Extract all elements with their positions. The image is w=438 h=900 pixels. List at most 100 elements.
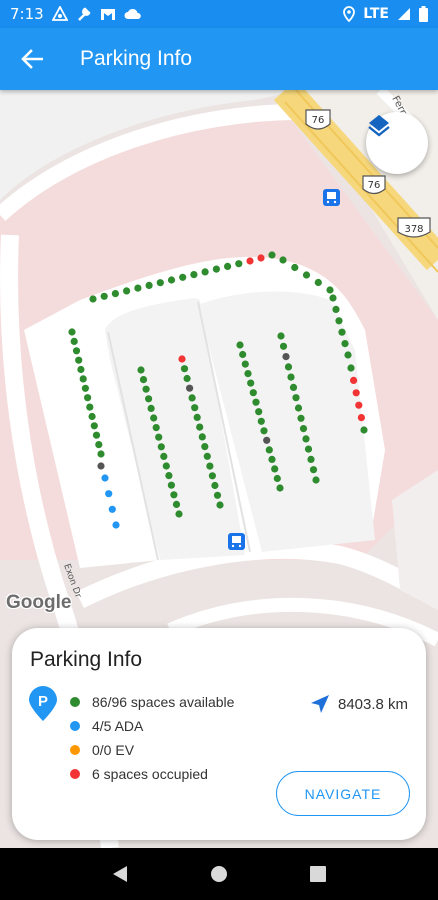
navigate-button[interactable]: NAVIGATE — [276, 771, 410, 816]
parking-space-dot — [101, 474, 109, 482]
parking-space-dot — [299, 425, 308, 433]
parking-space-dot — [260, 427, 268, 435]
parking-space-dot — [297, 414, 305, 422]
parking-space-dot — [167, 481, 175, 489]
parking-space-dot — [100, 292, 108, 300]
back-button[interactable] — [0, 28, 64, 90]
gmail-icon — [100, 7, 116, 21]
parking-space-dot — [90, 422, 98, 430]
parking-space-dot — [167, 276, 176, 284]
parking-space-dot — [139, 376, 148, 384]
bus-icon — [228, 533, 245, 550]
parking-info-card: Parking Info P 86/96 spaces available 4/… — [12, 628, 426, 840]
parking-space-dot — [95, 441, 103, 449]
parking-space-dot — [165, 472, 173, 480]
parking-space-dot — [155, 433, 163, 441]
parking-space-dot — [77, 365, 85, 374]
parking-space-dot — [112, 521, 120, 529]
parking-space-dot — [180, 365, 189, 373]
parking-space-dot — [314, 278, 322, 287]
legend-label: 4/5 ADA — [92, 718, 144, 734]
parking-space-dot — [84, 394, 92, 402]
system-nav-bar — [0, 848, 438, 900]
legend-occupied: 6 spaces occupied — [70, 762, 234, 786]
parking-space-dot — [347, 364, 355, 372]
card-title: Parking Info — [30, 648, 143, 671]
parking-space-dot — [75, 356, 83, 364]
parking-space-dot — [196, 423, 204, 431]
parking-space-dot — [150, 414, 158, 422]
network-type: LTE — [363, 6, 389, 22]
parking-space-dot — [156, 279, 164, 287]
parking-space-dot — [68, 328, 76, 336]
parking-space-dot — [302, 435, 310, 443]
parking-pin-icon: P — [28, 686, 58, 727]
parking-space-dot — [145, 281, 153, 289]
parking-space-dot — [111, 290, 119, 298]
parking-space-dot — [276, 484, 284, 492]
route-shield-76a: 76 — [305, 109, 331, 130]
parking-space-dot — [329, 294, 337, 302]
cloud-icon — [124, 8, 142, 20]
back-triangle-icon[interactable] — [100, 854, 140, 894]
google-logo: Google — [6, 592, 72, 613]
home-circle-icon[interactable] — [199, 854, 239, 894]
parking-space-dot — [212, 265, 220, 273]
parking-space-dot — [335, 317, 343, 325]
parking-space-dot — [326, 286, 334, 294]
parking-space-dot — [257, 254, 265, 262]
parking-space-dot — [309, 466, 318, 474]
legend-available: 86/96 spaces available — [70, 690, 234, 714]
parking-space-dot — [216, 501, 224, 509]
legend-ev: 0/0 EV — [70, 738, 234, 762]
parking-space-dot — [191, 404, 199, 412]
app-bar: Parking Info — [0, 28, 438, 90]
parking-space-dot — [239, 350, 247, 359]
svg-text:P: P — [38, 693, 48, 710]
arrow-left-icon — [21, 49, 43, 69]
legend-label: 6 spaces occupied — [92, 766, 208, 782]
status-time: 7:13 — [10, 5, 44, 23]
parking-space-dot — [235, 260, 243, 268]
parking-space-dot — [134, 284, 142, 292]
parking-space-dot — [203, 452, 211, 460]
parking-space-dot — [244, 370, 252, 378]
parking-space-dot — [88, 412, 96, 421]
parking-space-dot — [355, 401, 363, 409]
parking-space-dot — [268, 455, 276, 463]
parking-space-dot — [350, 376, 358, 384]
distance-value: 8403.8 km — [338, 695, 409, 713]
parking-space-dot — [175, 510, 183, 518]
parking-space-dot — [292, 394, 300, 402]
parking-space-dot — [208, 472, 216, 480]
parking-space-dot — [157, 443, 165, 451]
parking-space-dot — [97, 450, 105, 458]
parking-space-dot — [255, 408, 263, 416]
parking-space-dot — [147, 404, 155, 412]
wrench-icon — [76, 6, 92, 22]
parking-space-dot — [198, 433, 206, 441]
parking-space-dot — [352, 389, 360, 397]
parking-space-dot — [224, 262, 232, 270]
route-shield-label: 378 — [404, 224, 423, 235]
parking-space-dot — [123, 287, 131, 295]
parking-space-dot — [289, 383, 298, 391]
parking-space-dot — [172, 500, 181, 508]
green-dot-icon — [70, 697, 80, 707]
parking-space-dot — [89, 295, 97, 303]
parking-space-dot — [183, 374, 191, 383]
page-title: Parking Info — [80, 47, 193, 70]
parking-space-dot — [247, 379, 255, 387]
parking-space-dot — [344, 351, 352, 359]
parking-space-dot — [105, 490, 113, 498]
parking-space-dot — [179, 273, 187, 281]
parking-space-dot — [193, 413, 201, 421]
layers-button[interactable] — [366, 112, 428, 174]
parking-space-dot — [249, 389, 257, 397]
parking-space-dot — [145, 395, 153, 403]
layers-icon — [368, 115, 390, 137]
route-shield-label: 76 — [312, 115, 325, 126]
route-shield-76b: 76 — [362, 175, 386, 195]
recents-square-icon[interactable] — [298, 854, 338, 894]
parking-space-dot — [236, 341, 244, 349]
